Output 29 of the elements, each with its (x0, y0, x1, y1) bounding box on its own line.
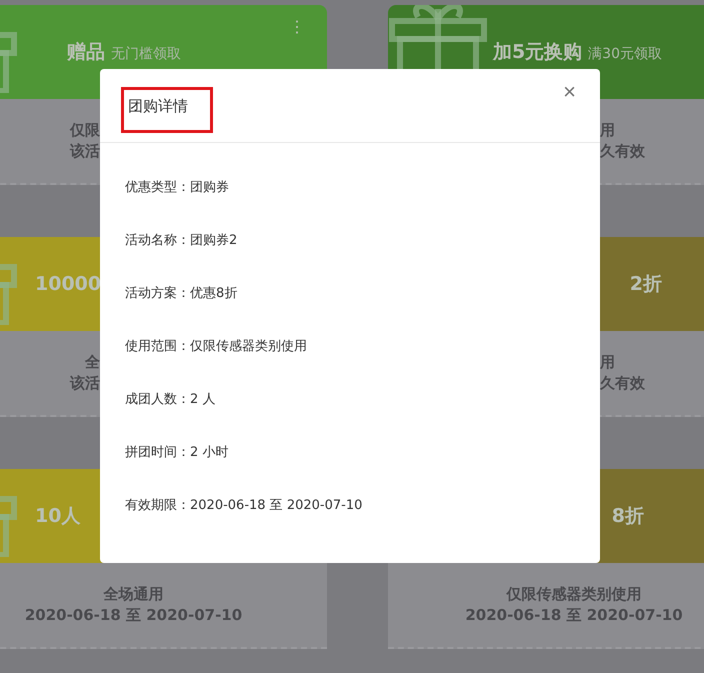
detail-text: 活动方案：优惠8折 (125, 285, 238, 303)
coupon-text: 全 (85, 352, 100, 372)
detail-text: 有效期限：2020-06-18 至 2020-07-10 (125, 497, 364, 515)
coupon-title: 10人 (35, 504, 80, 529)
detail-text: 优惠类型：团购券 (125, 179, 230, 197)
coupon-text: 用 (600, 352, 615, 372)
coupon-text: 全场通用 (104, 584, 164, 604)
coupon-text: 久有效 (600, 142, 645, 161)
coupon-text: 该活 (70, 142, 100, 161)
detail-text: 活动名称：团购券2 (125, 232, 238, 250)
close-button[interactable]: × (563, 81, 576, 103)
detail-text: 成团人数：2 人 (125, 391, 216, 409)
coupon-text: 2020-06-18 至 2020-07-10 (24, 606, 242, 625)
coupon-title: 8折 (612, 504, 644, 529)
coupon-title: 赠品 (67, 40, 105, 65)
coupon-text: 仅限传感器类别使用 (506, 584, 642, 604)
coupon-text: 用 (600, 120, 615, 140)
detail-text: 拼团时间：2 小时 (125, 444, 230, 462)
coupon-text: 2020-06-18 至 2020-07-10 (465, 606, 683, 625)
coupon-text: 久有效 (600, 374, 645, 393)
dialog-title: 团购详情 (121, 87, 213, 133)
coupon-text: 仅限 (70, 120, 100, 140)
coupon-condition: 无门槛领取 (111, 44, 181, 63)
coupon-text: 该活 (70, 374, 100, 393)
detail-text: 使用范围：仅限传感器类别使用 (125, 338, 308, 356)
coupon-title: 加5元换购 (492, 40, 582, 65)
coupon-title: 10000 (35, 272, 102, 295)
coupon-condition: 满30元领取 (588, 44, 662, 63)
coupon-title: 2折 (630, 272, 662, 297)
